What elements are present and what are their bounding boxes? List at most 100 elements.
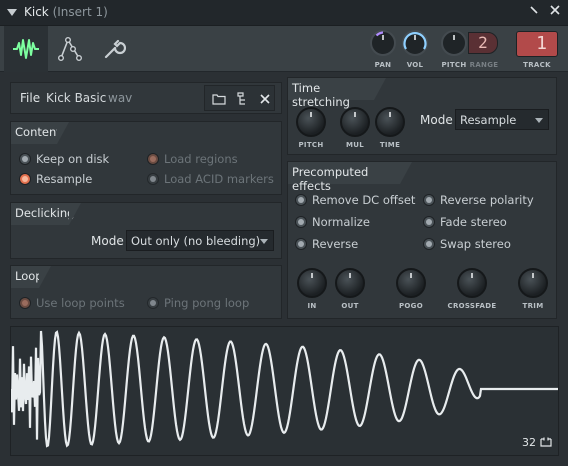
swap-stereo-radio[interactable] [423,238,435,250]
window-title-text: Kick [24,5,49,19]
remove-dc-offset-radio[interactable] [295,194,307,206]
keep-on-disk-option[interactable]: Keep on disk [19,152,109,166]
mixer-track-selector[interactable]: 1 [516,31,558,57]
reverse-label: Reverse [312,237,359,251]
close-icon [259,93,270,104]
pe-in-knob[interactable] [297,268,327,298]
file-name: Kick Basic [46,91,107,105]
precomputed-effects-panel: Precomputed effects Remove DC offset Nor… [287,161,557,319]
window-subtitle: (Insert 1) [52,5,108,19]
declicking-panel: Declicking Mode Out only (no bleeding) [10,202,282,259]
track-label: TRACK [523,61,551,69]
remove-dc-offset-label: Remove DC offset [312,193,416,207]
declicking-mode-label: Mode [91,234,124,248]
zoom-value: 32 [522,436,536,449]
keep-on-disk-label: Keep on disk [36,152,110,166]
resample-option[interactable]: Resample [19,172,92,186]
remove-dc-offset-option[interactable]: Remove DC offset [295,193,415,207]
loop-panel: Loop Use loop points Ping pong loop [10,265,282,319]
folder-icon [211,93,226,105]
ping-pong-loop-label: Ping pong loop [164,296,250,310]
declicking-header: Declicking [11,203,81,225]
reverse-option[interactable]: Reverse [295,237,358,251]
pe-crossfade-knob[interactable] [457,268,487,298]
ping-pong-loop-option: Ping pong loop [147,296,249,310]
zoom-icon[interactable] [540,437,552,447]
pe-trim-label: TRIM [522,302,544,310]
use-loop-points-radio [19,297,31,309]
sample-icon [13,39,39,59]
wrench-icon [104,39,126,59]
reverse-polarity-option[interactable]: Reverse polarity [423,193,534,207]
content-header: Content [11,122,69,144]
ping-pong-loop-radio [147,297,159,309]
pitch-knob[interactable] [441,30,467,56]
time-stretching-header: Time stretching [288,78,386,109]
use-loop-points-option: Use loop points [19,296,125,310]
swap-stereo-option[interactable]: Swap stereo [423,237,511,251]
pe-out-label: OUT [341,302,359,310]
normalize-label: Normalize [312,215,370,229]
fade-stereo-label: Fade stereo [440,215,507,229]
resample-radio[interactable] [19,173,31,185]
reverse-polarity-radio[interactable] [423,194,435,206]
normalize-option[interactable]: Normalize [295,215,370,229]
load-acid-markers-label: Load ACID markers [164,172,274,186]
ts-time-knob[interactable] [375,107,405,137]
time-stretching-panel: Time stretching PITCH MUL TIME Mode Resamp… [287,77,557,155]
title-bar: Kick (Insert 1) [0,0,568,26]
fade-stereo-radio[interactable] [423,216,435,228]
load-regions-label: Load regions [164,152,238,166]
load-acid-markers-option: Load ACID markers [147,172,274,186]
load-regions-option: Load regions [147,152,238,166]
pitch-range-display[interactable]: 2 [468,32,498,54]
load-acid-markers-radio [147,173,159,185]
window-title: Kick (Insert 1) [24,5,108,19]
pe-out-knob[interactable] [335,268,365,298]
load-regions-radio [147,153,159,165]
clear-file-button[interactable] [254,88,275,109]
chevron-down-icon [260,239,268,244]
menu-triangle-icon[interactable] [7,9,17,16]
declicking-mode-value: Out only (no bleeding) [131,234,261,248]
normalize-radio[interactable] [295,216,307,228]
channel-toolbar: PAN VOL PITCH 2 RANGE 1 TRACK [0,26,568,72]
browse-tree-icon [236,91,245,105]
minimize-icon[interactable] [526,4,542,20]
tab-sample-settings[interactable] [4,26,48,72]
open-file-button[interactable] [208,88,229,109]
reverse-polarity-label: Reverse polarity [440,193,534,207]
pe-pogo-label: POGO [399,302,423,310]
pe-trim-knob[interactable] [518,268,548,298]
range-label: RANGE [469,61,499,69]
waveform-graph [9,330,558,448]
ts-pitch-knob[interactable] [296,107,326,137]
declicking-mode-dropdown[interactable]: Out only (no bleeding) [126,230,274,251]
time-stretching-mode-dropdown[interactable]: Resample [455,109,549,130]
ts-time-label: TIME [379,141,401,149]
volume-knob[interactable] [402,30,428,56]
time-stretching-mode-label: Mode [420,113,453,127]
keep-on-disk-radio[interactable] [19,153,31,165]
pan-knob[interactable] [370,30,396,56]
tab-misc-functions[interactable] [92,26,136,72]
use-loop-points-label: Use loop points [36,296,125,310]
reverse-radio[interactable] [295,238,307,250]
resample-label: Resample [36,172,93,186]
tab-envelope[interactable] [48,26,92,72]
browse-file-button[interactable] [232,88,253,109]
ts-mul-knob[interactable] [340,107,370,137]
chevron-down-icon [535,118,543,123]
precomputed-effects-header: Precomputed effects [288,162,412,193]
fade-stereo-option[interactable]: Fade stereo [423,215,507,229]
pe-pogo-knob[interactable] [396,268,426,298]
envelope-icon [58,37,83,62]
close-icon[interactable] [547,4,563,20]
waveform-display[interactable]: 32 [9,326,559,456]
loop-header: Loop [11,266,51,288]
file-extension: wav [108,91,133,105]
time-stretching-mode-value: Resample [460,113,517,127]
waveform-line [9,330,558,448]
pe-crossfade-label: CROSSFADE [447,302,497,310]
swap-stereo-label: Swap stereo [440,237,511,251]
